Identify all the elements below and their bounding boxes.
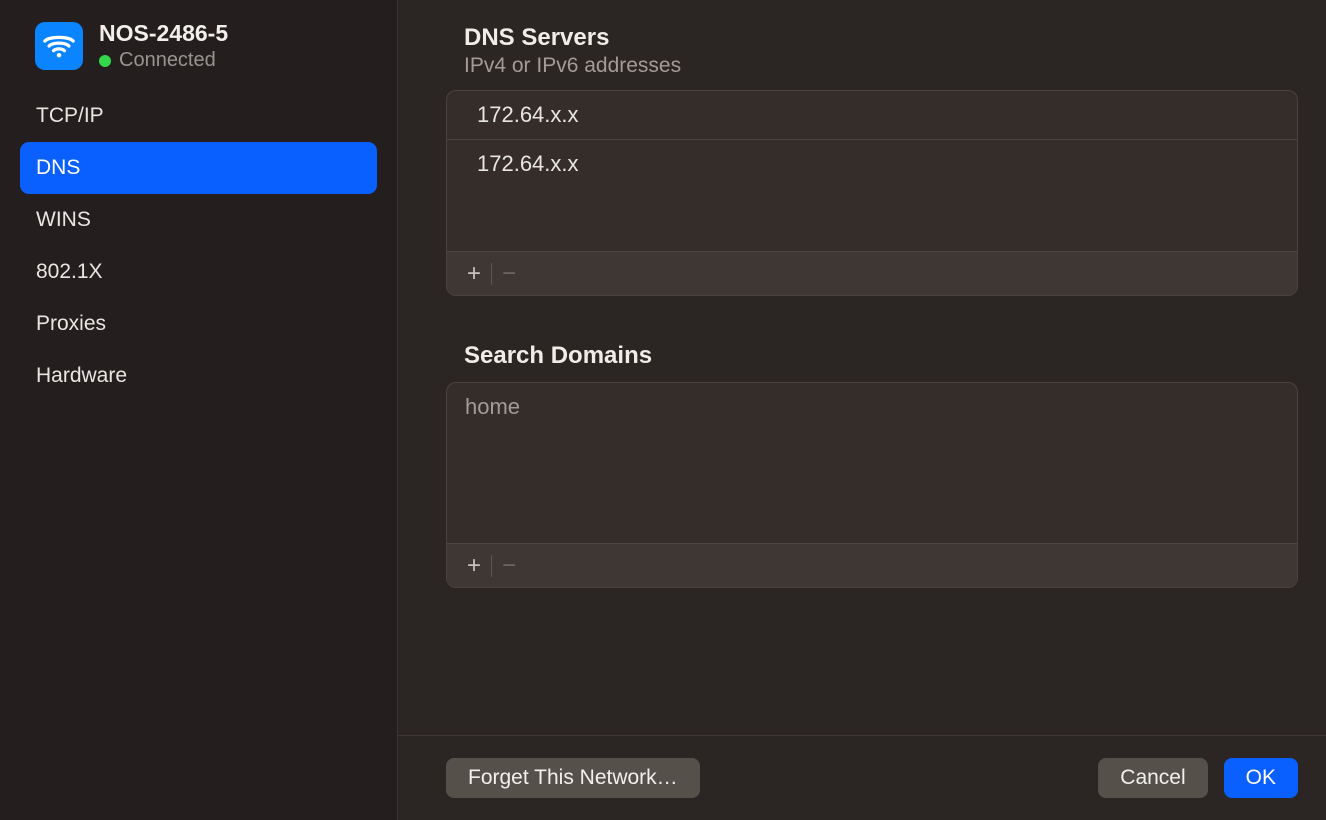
status-label: Connected — [119, 49, 216, 72]
dns-server-row[interactable]: 172.64.x.x — [447, 140, 1297, 188]
main-panel: DNS Servers IPv4 or IPv6 addresses 172.6… — [398, 0, 1326, 820]
dns-remove-button[interactable]: − — [492, 258, 526, 290]
search-list-footer: + − — [447, 543, 1297, 587]
dns-subtitle: IPv4 or IPv6 addresses — [464, 54, 1298, 78]
tab-hardware[interactable]: Hardware — [20, 350, 377, 402]
search-domains-section: Search Domains home + − — [446, 342, 1298, 588]
network-header: NOS-2486-5 Connected — [0, 20, 397, 90]
network-name: NOS-2486-5 — [99, 20, 228, 47]
dns-title: DNS Servers — [464, 24, 1298, 52]
search-add-button[interactable]: + — [457, 550, 491, 582]
dns-server-row[interactable]: 172.64.x.x — [447, 91, 1297, 140]
dns-list-footer: + − — [447, 251, 1297, 295]
dns-list-body[interactable]: 172.64.x.x172.64.x.x — [447, 91, 1297, 251]
forget-network-button[interactable]: Forget This Network… — [446, 758, 700, 798]
tab-802-1x[interactable]: 802.1X — [20, 246, 377, 298]
tab-wins[interactable]: WINS — [20, 194, 377, 246]
cancel-button[interactable]: Cancel — [1098, 758, 1207, 798]
status-dot-icon — [99, 55, 111, 67]
ok-button[interactable]: OK — [1224, 758, 1298, 798]
network-status: Connected — [99, 49, 228, 72]
search-domain-row[interactable]: home — [447, 383, 1297, 431]
tab-dns[interactable]: DNS — [20, 142, 377, 194]
search-remove-button[interactable]: − — [492, 550, 526, 582]
tab-tcp-ip[interactable]: TCP/IP — [20, 90, 377, 142]
dns-servers-list: 172.64.x.x172.64.x.x + − — [446, 90, 1298, 296]
network-info: NOS-2486-5 Connected — [99, 20, 228, 72]
content: DNS Servers IPv4 or IPv6 addresses 172.6… — [446, 24, 1298, 735]
wifi-icon — [35, 22, 83, 70]
tab-list: TCP/IPDNSWINS802.1XProxiesHardware — [0, 90, 397, 402]
search-domains-list: home + − — [446, 382, 1298, 588]
search-domains-title: Search Domains — [464, 342, 1298, 370]
tab-proxies[interactable]: Proxies — [20, 298, 377, 350]
sidebar: NOS-2486-5 Connected TCP/IPDNSWINS802.1X… — [0, 0, 398, 820]
dns-add-button[interactable]: + — [457, 258, 491, 290]
bottom-bar: Forget This Network… Cancel OK — [398, 735, 1326, 820]
search-list-body[interactable]: home — [447, 383, 1297, 543]
